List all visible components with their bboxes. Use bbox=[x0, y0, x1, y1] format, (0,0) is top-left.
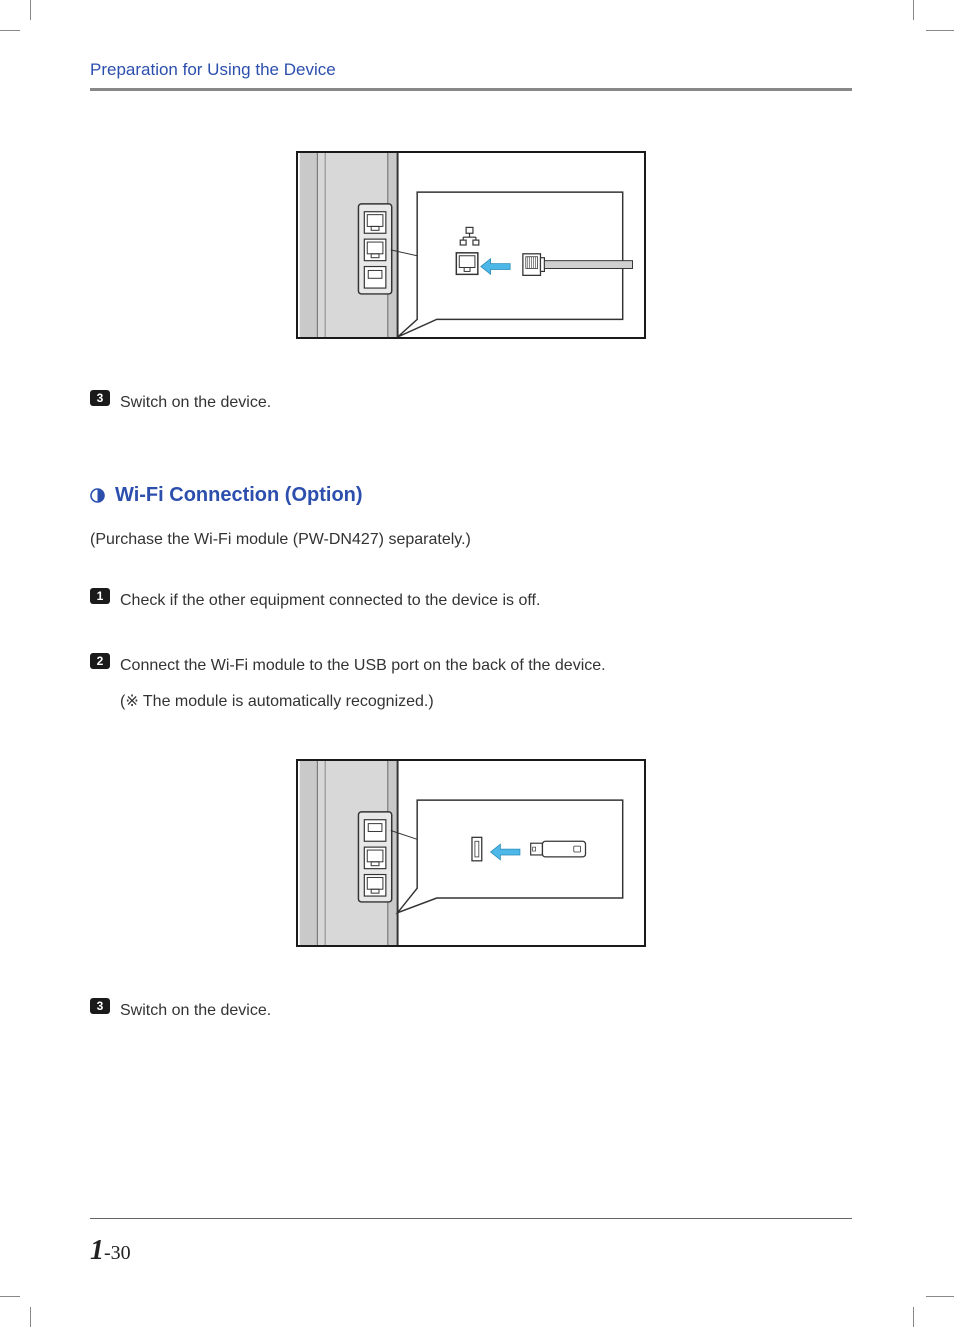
lan-port-figure bbox=[296, 151, 646, 339]
bullet-icon bbox=[90, 488, 105, 503]
crop-mark bbox=[30, 0, 31, 20]
crop-mark bbox=[0, 30, 20, 31]
crop-mark bbox=[913, 0, 914, 20]
step-badge: 1 bbox=[90, 588, 110, 604]
step-badge: 3 bbox=[90, 998, 110, 1014]
running-header: Preparation for Using the Device bbox=[90, 60, 852, 80]
wifi-step-3: 3 Switch on the device. bbox=[90, 997, 852, 1024]
crop-mark bbox=[30, 1307, 31, 1327]
wifi-step-1: 1 Check if the other equipment connected… bbox=[90, 587, 852, 614]
chapter-number: 1 bbox=[90, 1235, 104, 1266]
page-footer: 1-30 bbox=[90, 1218, 852, 1267]
step-text: Check if the other equipment connected t… bbox=[120, 587, 540, 614]
page-number: 1-30 bbox=[90, 1242, 131, 1264]
wifi-module-figure bbox=[296, 759, 646, 947]
wifi-purchase-note: (Purchase the Wi-Fi module (PW-DN427) se… bbox=[90, 531, 852, 549]
wifi-section-heading: Wi-Fi Connection (Option) bbox=[90, 484, 852, 507]
crop-mark bbox=[926, 30, 954, 31]
step-badge: 3 bbox=[90, 390, 110, 406]
crop-mark bbox=[913, 1307, 914, 1327]
wifi-step-2: 2 Connect the Wi-Fi module to the USB po… bbox=[90, 652, 852, 714]
step-subtext: (※ The module is automatically recognize… bbox=[120, 688, 852, 715]
crop-mark bbox=[0, 1296, 20, 1297]
step-text: Connect the Wi-Fi module to the USB port… bbox=[120, 652, 606, 679]
step-3a: 3 Switch on the device. bbox=[90, 389, 852, 416]
header-rule bbox=[90, 88, 852, 91]
step-badge: 2 bbox=[90, 653, 110, 669]
step-text: Switch on the device. bbox=[120, 389, 271, 416]
crop-mark bbox=[926, 1296, 954, 1297]
step-text: Switch on the device. bbox=[120, 997, 271, 1024]
page-content: Preparation for Using the Device bbox=[0, 0, 954, 1327]
page-suffix: -30 bbox=[104, 1242, 131, 1264]
section-title: Wi-Fi Connection (Option) bbox=[115, 484, 363, 507]
